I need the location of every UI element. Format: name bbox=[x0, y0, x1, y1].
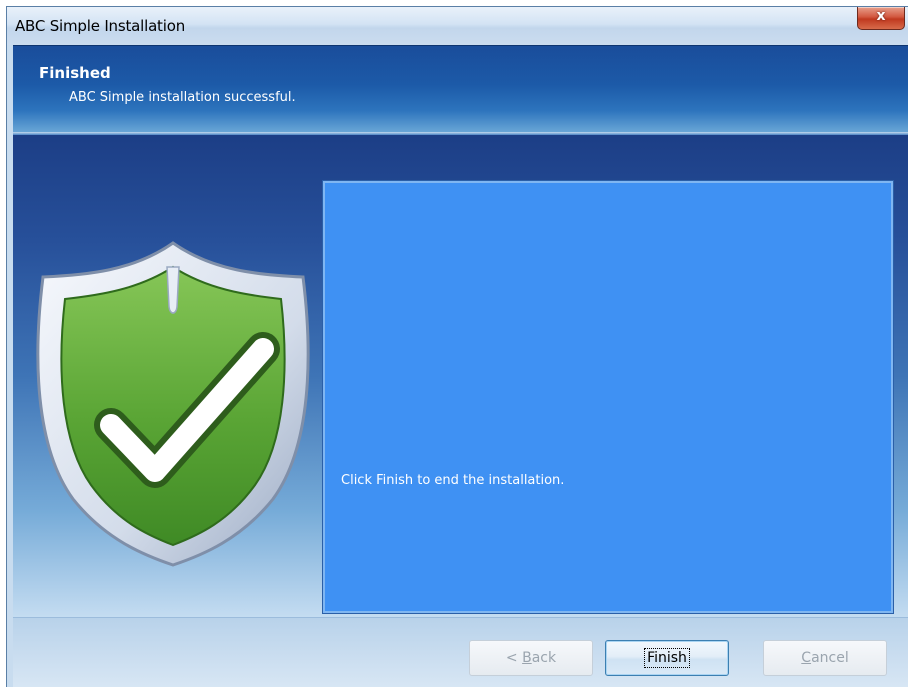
back-button-label: ack bbox=[531, 650, 557, 666]
title-bar[interactable]: ABC Simple Installation x bbox=[7, 7, 908, 45]
cancel-button-label: ancel bbox=[811, 650, 849, 666]
cancel-button[interactable]: Cancel bbox=[763, 640, 887, 676]
finish-instruction: Click Finish to end the installation. bbox=[341, 473, 565, 488]
back-button-prefix: < bbox=[505, 650, 523, 666]
shield-check-icon bbox=[36, 241, 310, 567]
back-button-mnemonic: B bbox=[522, 650, 532, 666]
header-title: Finished bbox=[39, 64, 111, 82]
close-button[interactable]: x bbox=[857, 7, 905, 30]
window-title: ABC Simple Installation bbox=[15, 17, 185, 35]
finish-button-label: Finish bbox=[644, 648, 690, 668]
close-icon: x bbox=[876, 8, 886, 24]
cancel-button-mnemonic: C bbox=[801, 650, 812, 666]
shield-notch bbox=[166, 266, 180, 314]
finish-button[interactable]: Finish bbox=[605, 640, 729, 676]
wizard-body: Click Finish to end the installation. bbox=[13, 135, 908, 617]
back-button[interactable]: < Back bbox=[469, 640, 593, 676]
installer-window: ABC Simple Installation x Finished ABC S… bbox=[6, 6, 908, 687]
header-banner: Finished ABC Simple installation success… bbox=[13, 45, 908, 132]
info-panel: Click Finish to end the installation. bbox=[323, 181, 893, 613]
dialog-client-area: Finished ABC Simple installation success… bbox=[13, 45, 908, 687]
button-bar: < Back Finish Cancel bbox=[13, 617, 908, 687]
header-subtitle: ABC Simple installation successful. bbox=[69, 90, 296, 105]
